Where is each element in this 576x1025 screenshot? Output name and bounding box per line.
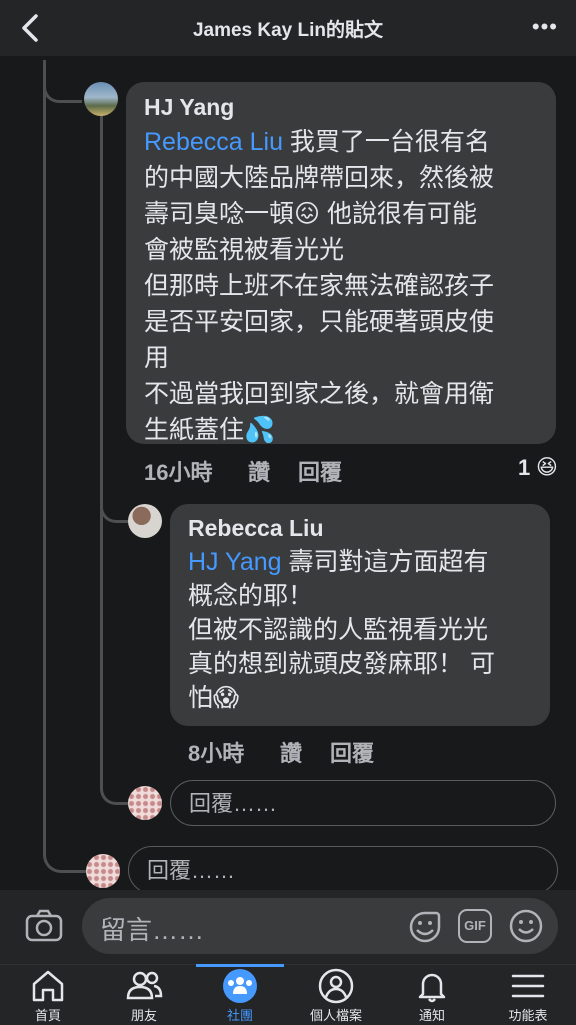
tab-label: 朋友	[130, 1008, 157, 1023]
emoji-icon	[509, 909, 543, 943]
thread-line	[100, 115, 103, 775]
tab-friends[interactable]: 朋友	[96, 964, 192, 1024]
comment-line: Rebecca Liu 我買了一台很有名	[144, 124, 549, 160]
comment-line: HJ Yang 壽司對這方面超有	[188, 545, 543, 579]
mention-link[interactable]: Rebecca Liu	[144, 128, 283, 156]
tab-notifications[interactable]: 通知	[384, 964, 480, 1024]
comment-line: 壽司臭唸一頓😖 他說很有可能	[144, 200, 478, 228]
comment-line: 用	[144, 344, 170, 372]
like-button[interactable]: 讚	[248, 455, 270, 487]
haha-reaction-icon[interactable]: 😆	[536, 455, 558, 480]
tab-label: 首頁	[34, 1008, 61, 1023]
comment-line: 生紙蓋住💦	[144, 416, 276, 444]
more-icon: •••	[531, 14, 558, 39]
comment-text: 我買了一台很有名	[282, 128, 490, 156]
comment-line: 但被不認識的人監視看光光	[188, 616, 489, 644]
comment-line: 會被監視被看光光	[144, 236, 345, 264]
tab-home[interactable]: 首頁	[0, 964, 96, 1024]
sticker-icon	[409, 911, 441, 943]
groups-icon	[223, 969, 257, 1003]
comment-timestamp: 8小時	[188, 741, 245, 766]
thread-line	[43, 60, 46, 850]
menu-icon	[511, 974, 545, 998]
comment-line: 概念的耶！	[188, 582, 314, 610]
tab-menu[interactable]: 功能表	[480, 964, 576, 1024]
like-button[interactable]: 讚	[280, 736, 302, 768]
emoji-button[interactable]	[508, 908, 544, 949]
camera-button[interactable]	[24, 906, 64, 951]
comment-line: 真的想到就頭皮發麻耶！ 可	[188, 650, 495, 678]
camera-icon	[25, 909, 63, 942]
friends-icon	[126, 971, 163, 1000]
gif-icon: GIF	[464, 918, 486, 933]
comment-line: 是否平安回家，只能硬著頭皮使	[144, 308, 495, 336]
reply-input[interactable]: 回覆……	[170, 780, 556, 826]
tab-label: 社團	[226, 1008, 253, 1023]
comment-placeholder: 留言……	[100, 915, 205, 945]
comment-line: 怕😱	[188, 684, 240, 712]
reply-button[interactable]: 回覆	[330, 736, 374, 768]
avatar[interactable]	[84, 82, 118, 116]
reply-placeholder: 回覆……	[147, 858, 236, 883]
thread-line-curve	[43, 70, 82, 103]
tab-profile[interactable]: 個人檔案	[288, 964, 384, 1024]
reaction-count[interactable]: 1	[518, 455, 530, 481]
page-title: James Kay Lin的貼文	[192, 20, 384, 41]
tab-label: 功能表	[508, 1008, 548, 1023]
avatar[interactable]	[128, 504, 162, 538]
comment-line: 的中國大陸品牌帶回來，然後被	[144, 164, 495, 192]
tab-label: 個人檔案	[309, 1008, 362, 1023]
reply-placeholder: 回覆……	[189, 791, 278, 816]
tab-label: 通知	[418, 1008, 445, 1023]
comment-author[interactable]: Rebecca Liu	[188, 515, 324, 542]
more-options-button[interactable]: •••	[532, 14, 558, 40]
home-icon	[32, 970, 64, 1002]
comment-body: Rebecca Liu 我買了一台很有名 的中國大陸品牌帶回來，然後被 壽司臭唸…	[144, 124, 549, 448]
comment-line: 不過當我回到家之後，就會用衛	[144, 380, 495, 408]
comment-body: HJ Yang 壽司對這方面超有 概念的耶！ 但被不認識的人監視看光光 真的想到…	[188, 545, 543, 715]
thread-line-curve	[100, 760, 131, 805]
profile-icon	[318, 968, 354, 1004]
comment-author[interactable]: HJ Yang	[144, 94, 234, 121]
comment-text: 壽司對這方面超有	[281, 548, 489, 576]
reply-input[interactable]: 回覆……	[128, 846, 558, 894]
sticker-button[interactable]	[406, 908, 444, 951]
thread-line-curve	[100, 480, 131, 523]
thread-line-curve	[43, 830, 86, 873]
mention-link[interactable]: HJ Yang	[188, 548, 282, 576]
gif-button[interactable]: GIF	[458, 909, 492, 943]
comment-line: 但那時上班不在家無法確認孩子	[144, 272, 495, 300]
reply-button[interactable]: 回覆	[298, 455, 342, 487]
tab-groups[interactable]: 社團	[192, 964, 288, 1024]
comment-timestamp: 16小時	[144, 460, 213, 485]
bell-icon	[418, 973, 446, 1003]
my-avatar	[86, 854, 120, 888]
my-avatar	[128, 786, 162, 820]
